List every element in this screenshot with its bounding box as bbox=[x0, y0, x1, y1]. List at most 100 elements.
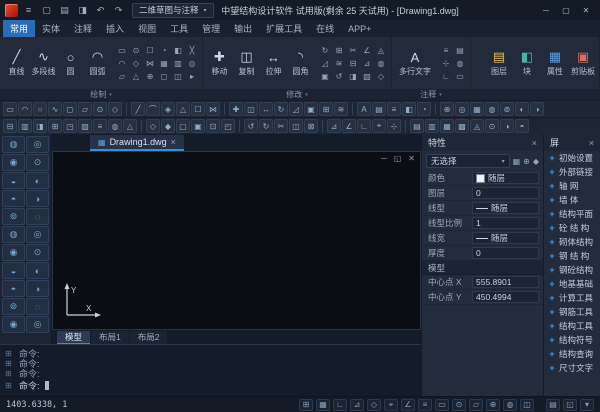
toolbar-icon[interactable]: ▤ bbox=[372, 102, 386, 116]
document-tab[interactable]: ▦ Drawing1.dwg × bbox=[90, 135, 184, 151]
close-icon[interactable]: × bbox=[589, 138, 594, 148]
status-toggle-icon[interactable]: ∟ bbox=[333, 399, 347, 411]
toolbar-icon[interactable]: ✚ bbox=[229, 102, 243, 116]
status-toggle-icon[interactable]: ▦ bbox=[316, 399, 330, 411]
property-value[interactable]: 随层 bbox=[472, 232, 539, 244]
toolbar-icon[interactable]: ◍ bbox=[108, 119, 122, 133]
tool-icon[interactable]: ☐ bbox=[143, 44, 157, 57]
screen-menu-item[interactable]: + 地基基础 bbox=[544, 277, 600, 291]
dock-tool-icon[interactable]: ◓ bbox=[2, 190, 25, 207]
close-icon[interactable]: × bbox=[532, 138, 537, 148]
tool-icon[interactable]: ◇ bbox=[374, 70, 388, 83]
toolbar-icon[interactable]: ≡ bbox=[387, 102, 401, 116]
ribbon-tab[interactable]: 输出 bbox=[227, 20, 259, 37]
toolbar-icon[interactable]: ◓ bbox=[515, 119, 529, 133]
toolbar-icon[interactable]: △ bbox=[176, 102, 190, 116]
toolbar-icon[interactable]: ⊕ bbox=[440, 102, 454, 116]
status-toggle-icon[interactable]: ⌖ bbox=[384, 399, 398, 411]
toolbar-icon[interactable]: ▤ bbox=[410, 119, 424, 133]
toolbar-icon[interactable]: ◔ bbox=[417, 102, 431, 116]
toolbar-icon[interactable]: ↻ bbox=[259, 119, 273, 133]
screen-menu-item[interactable]: + 计算工具 bbox=[544, 291, 600, 305]
property-value[interactable]: 450.4994 bbox=[472, 291, 539, 303]
tool-icon[interactable]: ◍ bbox=[453, 57, 467, 70]
tool-icon[interactable]: ⊕ bbox=[143, 70, 157, 83]
undo-icon[interactable]: ↶ bbox=[93, 3, 108, 17]
app-menu-icon[interactable]: ≡ bbox=[21, 3, 36, 17]
layout-tab[interactable]: 模型 bbox=[57, 331, 90, 344]
drawing-canvas[interactable]: ─ ◱ ✕ Y X bbox=[52, 151, 421, 330]
group-label-annotate[interactable]: 注释▾ bbox=[392, 89, 470, 100]
status-toggle-icon[interactable]: ▱ bbox=[469, 399, 483, 411]
toolbar-icon[interactable]: ⊡ bbox=[206, 119, 220, 133]
status-toggle-icon[interactable]: ≡ bbox=[418, 399, 432, 411]
toolbar-icon[interactable]: ◑ bbox=[500, 119, 514, 133]
toolbar-icon[interactable]: ▣ bbox=[191, 119, 205, 133]
toolbar-icon[interactable]: ▦ bbox=[470, 102, 484, 116]
ribbon-tool-button[interactable]: A 多行文字 bbox=[395, 47, 435, 79]
dock-tool-icon[interactable]: ⊚ bbox=[2, 208, 25, 225]
tool-icon[interactable]: ▤ bbox=[453, 44, 467, 57]
ribbon-tool-button[interactable]: ◫ 复制 bbox=[233, 47, 260, 79]
toolbar-icon[interactable]: ✂ bbox=[274, 119, 288, 133]
tool-icon[interactable]: ◠ bbox=[115, 57, 129, 70]
ribbon-tab[interactable]: 工具 bbox=[163, 20, 195, 37]
toolbar-icon[interactable] bbox=[126, 103, 127, 115]
toolbar-icon[interactable]: ◫ bbox=[244, 102, 258, 116]
tool-icon[interactable]: ▸ bbox=[185, 70, 199, 83]
toolbar-icon[interactable]: ∠ bbox=[342, 119, 356, 133]
status-toggle-icon[interactable]: ⊙ bbox=[452, 399, 466, 411]
status-toggle-icon[interactable]: ⊕ bbox=[486, 399, 500, 411]
toolbar-icon[interactable]: ▦ bbox=[440, 119, 454, 133]
dock-tool-icon[interactable]: ◐ bbox=[26, 262, 49, 279]
toolbar-icon[interactable] bbox=[239, 120, 240, 132]
dock-tool-icon[interactable]: ⊚ bbox=[2, 298, 25, 315]
status-toggle-icon[interactable]: ◍ bbox=[503, 399, 517, 411]
doc-close-icon[interactable]: ✕ bbox=[408, 154, 415, 163]
toolbar-icon[interactable]: ◎ bbox=[455, 102, 469, 116]
toolbar-icon[interactable]: ⌒ bbox=[146, 102, 160, 116]
tool-icon[interactable]: ◨ bbox=[346, 70, 360, 83]
ribbon-panel-button[interactable]: ▦ 属性 bbox=[542, 49, 568, 77]
command-input-line[interactable]: ⊞ 命令: bbox=[5, 380, 416, 390]
redo-icon[interactable]: ↷ bbox=[111, 3, 126, 17]
doc-minimize-icon[interactable]: ─ bbox=[381, 154, 387, 163]
toolbar-icon[interactable]: ⊚ bbox=[500, 102, 514, 116]
toolbar-icon[interactable]: △ bbox=[123, 119, 137, 133]
dock-tool-icon[interactable]: ◎ bbox=[26, 226, 49, 243]
tool-icon[interactable]: ⊞ bbox=[332, 44, 346, 57]
screen-menu-item[interactable]: + 结构工具 bbox=[544, 319, 600, 333]
ribbon-tool-button[interactable]: ∿ 多段线 bbox=[30, 47, 57, 79]
ribbon-tab[interactable]: 扩展工具 bbox=[259, 20, 309, 37]
toolbar-icon[interactable]: ≋ bbox=[334, 102, 348, 116]
toolbar-icon[interactable]: ◿ bbox=[289, 102, 303, 116]
toolbar-icon[interactable]: ◍ bbox=[485, 102, 499, 116]
ribbon-tab[interactable]: 管理 bbox=[195, 20, 227, 37]
tool-icon[interactable]: △ bbox=[129, 70, 143, 83]
close-button[interactable]: ✕ bbox=[577, 3, 595, 18]
tool-icon[interactable]: ▣ bbox=[318, 70, 332, 83]
toolbar-icon[interactable]: ◬ bbox=[470, 119, 484, 133]
property-value[interactable]: 随层 bbox=[472, 172, 539, 184]
toolbar-icon[interactable]: A bbox=[357, 102, 371, 116]
toolbar-icon[interactable]: ⊟ bbox=[3, 119, 17, 133]
property-value[interactable]: 0 bbox=[472, 247, 539, 259]
tool-icon[interactable]: ⊿ bbox=[360, 57, 374, 70]
layout-tab[interactable]: 布局1 bbox=[91, 331, 129, 344]
tool-icon[interactable]: ▥ bbox=[171, 57, 185, 70]
property-value[interactable]: 1 bbox=[472, 217, 539, 229]
tool-icon[interactable]: ✂ bbox=[346, 44, 360, 57]
toolbar-icon[interactable]: ⊹ bbox=[387, 119, 401, 133]
toolbar-icon[interactable] bbox=[322, 120, 323, 132]
screen-menu-item[interactable]: + 结构符号 bbox=[544, 333, 600, 347]
properties-tool-icon[interactable]: ◆ bbox=[533, 157, 539, 166]
ribbon-panel-button[interactable]: ▣ 剪贴板 bbox=[570, 49, 596, 77]
screen-menu-item[interactable]: + 钢砼结构 bbox=[544, 263, 600, 277]
dock-tool-icon[interactable]: ⊙ bbox=[26, 154, 49, 171]
dock-tool-icon[interactable]: ◉ bbox=[2, 244, 25, 261]
property-value[interactable]: 555.8901 bbox=[472, 276, 539, 288]
open-file-icon[interactable]: ▤ bbox=[57, 3, 72, 17]
toolbar-icon[interactable]: ◨ bbox=[33, 119, 47, 133]
toolbar-icon[interactable]: ▧ bbox=[78, 119, 92, 133]
dock-tool-icon[interactable]: ◉ bbox=[2, 154, 25, 171]
